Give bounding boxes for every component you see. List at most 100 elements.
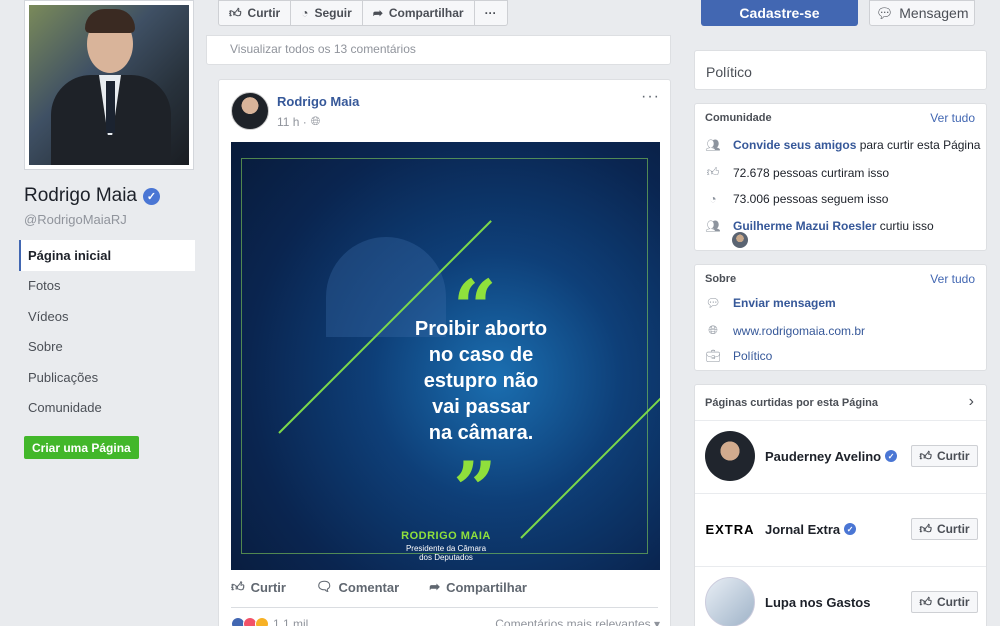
- followers-count-text: 73.006 pessoas seguem isso: [733, 192, 889, 206]
- reaction-count: 1,1 mil: [273, 617, 309, 626]
- likes-count-row: 👍︎ 72.678 pessoas curtiram isso: [705, 165, 889, 180]
- likes-count-text: 72.678 pessoas curtiram isso: [733, 165, 890, 180]
- website-link[interactable]: www.rodrigomaia.com.br: [733, 324, 865, 338]
- like-button-label: Curtir: [936, 449, 970, 463]
- post-like-button[interactable]: 👍︎ Curtir: [231, 577, 286, 597]
- post-share-label: Compartilhar: [446, 579, 527, 595]
- liked-pages-title: Páginas curtidas por esta Página: [705, 397, 879, 409]
- rss-icon: ◔: [301, 6, 309, 20]
- liked-page-name-text[interactable]: Jornal Extra: [765, 522, 840, 537]
- about-card: Sobre Ver tudo 💬︎ Enviar mensagem 🌐︎ www…: [694, 264, 987, 371]
- liked-page-name[interactable]: Jornal Extra ✓: [765, 522, 911, 537]
- share-arrow-icon: ➦: [429, 579, 441, 594]
- post-card: Rodrigo Maia 11 h · 🌐︎ ··· “ Proibir abo…: [218, 79, 671, 626]
- community-card: Comunidade Ver tudo 👥︎ Convide seus amig…: [694, 103, 987, 251]
- invite-friends-text: para curtir esta Página: [856, 138, 981, 152]
- close-quote-icon: ”: [453, 445, 497, 534]
- liked-page-item: Pauderney Avelino ✓ 👍︎ Curtir: [705, 431, 978, 481]
- messenger-icon: 💬︎: [875, 4, 894, 21]
- verified-badge-icon: ✓: [844, 523, 857, 535]
- about-see-all-link[interactable]: Ver tudo: [930, 272, 975, 286]
- category-row: 💼︎ Político: [705, 349, 772, 363]
- view-all-comments-card: Visualizar todos os 13 comentários: [206, 35, 671, 65]
- friend-name-link[interactable]: Guilherme Mazui Roesler: [733, 219, 876, 233]
- page-name-text[interactable]: Rodrigo Maia: [24, 185, 137, 207]
- divider: [231, 607, 658, 608]
- nav-item-home[interactable]: Página inicial: [19, 240, 195, 271]
- divider: [695, 493, 986, 494]
- verified-badge-icon: ✓: [885, 450, 898, 462]
- category-link[interactable]: Político: [733, 349, 772, 363]
- comment-sort-dropdown[interactable]: Comentários mais relevantes ▾: [495, 617, 660, 626]
- post-author-name[interactable]: Rodrigo Maia: [277, 94, 359, 109]
- angry-reaction-icon: [255, 617, 269, 626]
- about-title: Sobre: [705, 273, 737, 285]
- message-button-label: Mensagem: [899, 5, 969, 21]
- liked-page-like-button[interactable]: 👍︎ Curtir: [911, 445, 978, 467]
- rss-icon: ◔: [709, 192, 717, 206]
- thumbs-up-icon: 👍︎: [706, 165, 720, 179]
- community-see-all-link[interactable]: Ver tudo: [930, 111, 975, 125]
- follow-page-button[interactable]: ◔ Seguir: [291, 0, 363, 26]
- post-image[interactable]: “ Proibir aborto no caso de estupro não …: [231, 142, 660, 570]
- page-category[interactable]: Político: [706, 64, 752, 80]
- liked-page-name[interactable]: Pauderney Avelino ✓: [765, 449, 911, 464]
- page-handle[interactable]: @RodrigoMaiaRJ: [24, 212, 127, 227]
- view-all-comments-link[interactable]: Visualizar todos os 13 comentários: [230, 42, 416, 56]
- friend-avatar[interactable]: [732, 232, 748, 248]
- nav-item-community[interactable]: Comunidade: [19, 393, 195, 424]
- quote-line: estupro não: [423, 370, 539, 392]
- post-footer: 1,1 mil Comentários mais relevantes ▾: [231, 617, 660, 626]
- messenger-icon: 💬︎: [705, 296, 721, 310]
- invite-friends-link[interactable]: Convide seus amigos: [733, 138, 856, 152]
- share-arrow-icon: ➦: [372, 6, 383, 20]
- friend-liked-row: 👥︎ Guilherme Mazui Roesler curtiu isso: [705, 219, 934, 233]
- profile-photo[interactable]: [24, 0, 194, 170]
- follow-page-label: Seguir: [314, 6, 352, 20]
- quote-text: Proibir aborto no caso de estupro não va…: [381, 316, 581, 446]
- post-comment-button[interactable]: 🗨︎ Comentar: [316, 577, 399, 597]
- post-share-button[interactable]: ➦ Compartilhar: [429, 577, 527, 597]
- liked-pages-card: Páginas curtidas por esta Página › Paude…: [694, 384, 987, 626]
- image-brand-name: RODRIGO MAIA: [401, 530, 491, 542]
- message-button[interactable]: 💬︎ Mensagem: [869, 0, 975, 26]
- liked-page-like-button[interactable]: 👍︎ Curtir: [911, 591, 978, 613]
- nav-item-about[interactable]: Sobre: [19, 332, 195, 363]
- chevron-right-icon[interactable]: ›: [969, 393, 974, 411]
- post-author-avatar[interactable]: [231, 92, 269, 130]
- liked-page-name-text[interactable]: Pauderney Avelino: [765, 449, 881, 464]
- liked-page-like-button[interactable]: 👍︎ Curtir: [911, 518, 978, 540]
- post-like-label: Curtir: [250, 579, 286, 595]
- share-page-button[interactable]: ➦ Compartilhar: [362, 0, 475, 26]
- signup-button[interactable]: Cadastre-se: [701, 0, 858, 26]
- thumbs-up-icon: 👍︎: [919, 448, 932, 463]
- liked-page-name-text[interactable]: Lupa nos Gastos: [765, 595, 870, 610]
- briefcase-icon: 💼︎: [705, 349, 721, 363]
- page-name[interactable]: Rodrigo Maia ✓: [24, 185, 160, 207]
- community-title: Comunidade: [705, 112, 772, 124]
- liked-page-avatar[interactable]: [705, 431, 755, 481]
- post-options-button[interactable]: ···: [641, 88, 660, 106]
- liked-page-avatar[interactable]: [705, 577, 755, 626]
- nav-item-videos[interactable]: Vídeos: [19, 301, 195, 332]
- profile-picture: [29, 5, 189, 165]
- friend-liked-text: curtiu isso: [876, 219, 934, 233]
- create-page-button[interactable]: Criar uma Página: [24, 436, 139, 459]
- extra-logo[interactable]: EXTRA: [705, 504, 755, 554]
- thumbs-up-icon: 👍︎: [231, 579, 245, 594]
- more-options-button[interactable]: ···: [474, 0, 508, 26]
- thumbs-up-icon: 👍︎: [919, 594, 932, 609]
- nav-item-photos[interactable]: Fotos: [19, 271, 195, 302]
- post-action-bar: 👍︎ Curtir 🗨︎ Comentar ➦ Compartilhar: [231, 577, 660, 597]
- post-comment-label: Comentar: [338, 579, 400, 595]
- send-message-link[interactable]: Enviar mensagem: [733, 296, 836, 310]
- reactions-summary[interactable]: 1,1 mil: [231, 617, 308, 626]
- liked-page-name[interactable]: Lupa nos Gastos: [765, 595, 911, 610]
- left-navigation: Página inicial Fotos Vídeos Sobre Public…: [19, 240, 195, 423]
- nav-item-posts[interactable]: Publicações: [19, 362, 195, 393]
- divider: [695, 566, 986, 567]
- like-page-button[interactable]: 👍︎ Curtir: [218, 0, 292, 26]
- post-timestamp[interactable]: 11 h ·: [277, 115, 307, 129]
- divider: [695, 420, 986, 421]
- quote-line: na câmara.: [428, 422, 534, 444]
